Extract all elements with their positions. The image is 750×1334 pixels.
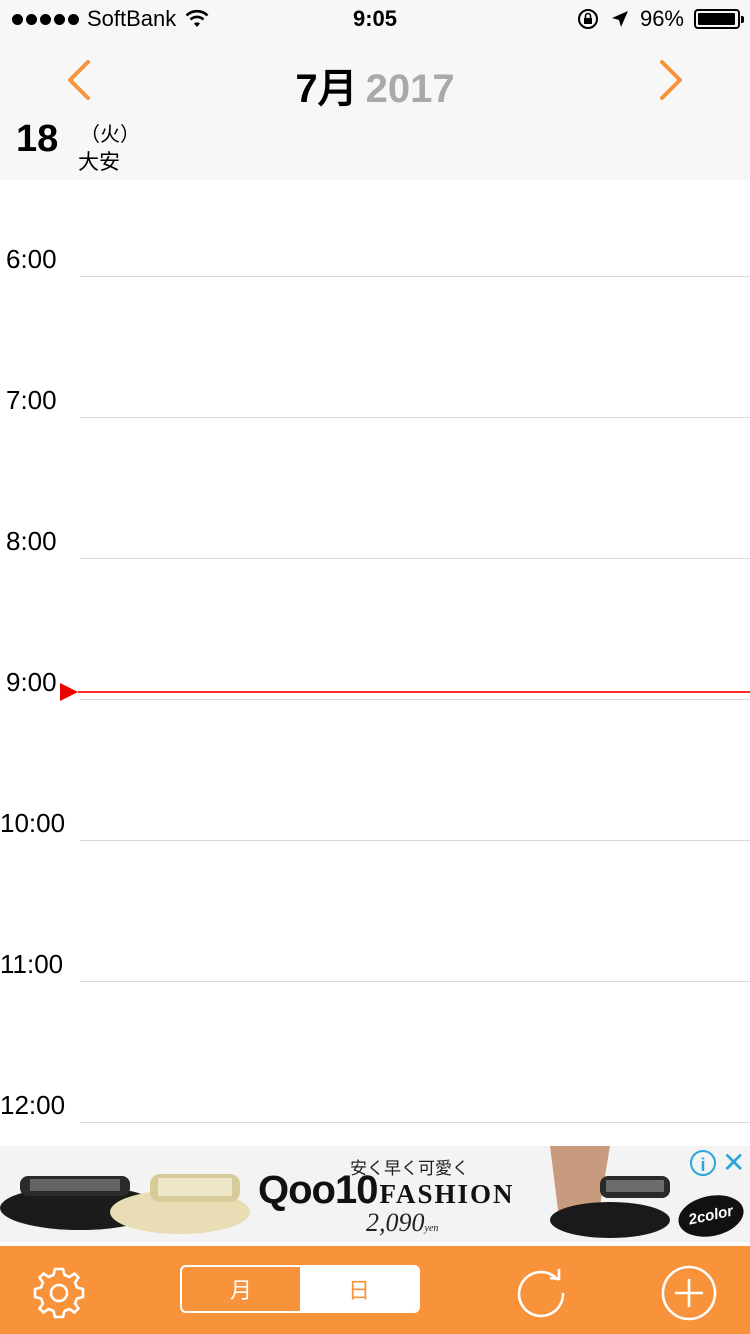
day-timeline[interactable]: 6:00 7:00 8:00 9:00 10:00 11:00 12:00 — [0, 180, 750, 1146]
hour-divider — [80, 558, 750, 559]
hour-divider — [80, 981, 750, 982]
current-time-marker-icon — [60, 683, 78, 701]
ad-price-unit: yen — [424, 1223, 439, 1234]
ad-brand-suffix: FASHION — [379, 1179, 515, 1209]
year-label: 2017 — [365, 67, 455, 111]
hour-divider — [80, 699, 750, 700]
month-year-title: 7月 2017 — [0, 56, 750, 114]
hour-label: 6:00 — [6, 244, 57, 274]
ad-price-value: 2,090 — [366, 1208, 425, 1237]
ad-color-badge: 2color — [674, 1189, 748, 1242]
battery-icon — [694, 9, 744, 29]
hour-divider — [80, 417, 750, 418]
selected-day-number: 18 — [16, 118, 59, 160]
location-icon — [611, 11, 628, 27]
hour-label: 7:00 — [6, 385, 57, 415]
month-view-tab[interactable]: 月 — [182, 1267, 300, 1311]
status-right: 96% — [576, 6, 744, 32]
hour-label: 12:00 — [0, 1090, 66, 1120]
hour-divider — [80, 276, 750, 277]
battery-percent: 96% — [639, 6, 684, 31]
chevron-right-icon — [660, 60, 682, 100]
month-label: 7月 — [295, 67, 358, 111]
ad-brand-logo: Qoo10FASHION — [258, 1168, 515, 1213]
ad-close-icon[interactable]: ✕ — [722, 1146, 745, 1179]
ad-brand-name: Qoo10 — [258, 1168, 378, 1212]
refresh-button[interactable] — [512, 1264, 570, 1322]
hour-label: 9:00 — [6, 667, 57, 697]
sandal-image-right — [550, 1146, 670, 1238]
gear-icon — [33, 1267, 85, 1319]
plus-circle-icon — [661, 1265, 717, 1321]
hour-divider — [80, 1122, 750, 1123]
weekday-label: （火） — [80, 124, 140, 146]
hour-divider — [80, 840, 750, 841]
orientation-lock-icon — [577, 9, 598, 29]
hour-label: 8:00 — [6, 526, 57, 556]
ad-banner[interactable]: 安く早く可愛く Qoo10FASHION 2,090yen 2color i ✕ — [0, 1146, 750, 1242]
next-month-button[interactable] — [650, 56, 690, 104]
refresh-icon — [517, 1269, 565, 1318]
ad-info-icon[interactable]: i — [690, 1150, 716, 1176]
bottom-toolbar: 月 日 — [0, 1246, 750, 1334]
sandal-image-left — [0, 1174, 250, 1234]
day-view-tab[interactable]: 日 — [300, 1267, 418, 1311]
calendar-header: 7月 2017 18 （火） 大安 — [0, 40, 750, 180]
ad-price: 2,090yen — [366, 1208, 438, 1238]
view-mode-segmented-control: 月 日 — [180, 1265, 420, 1313]
rokuyo-label: 大安 — [78, 151, 120, 174]
status-bar: SoftBank 9:05 96% — [0, 0, 750, 40]
hour-label: 10:00 — [0, 808, 66, 838]
settings-button[interactable] — [30, 1264, 88, 1322]
add-event-button[interactable] — [660, 1264, 718, 1322]
hour-label: 11:00 — [0, 949, 64, 979]
current-time-line — [78, 691, 750, 693]
